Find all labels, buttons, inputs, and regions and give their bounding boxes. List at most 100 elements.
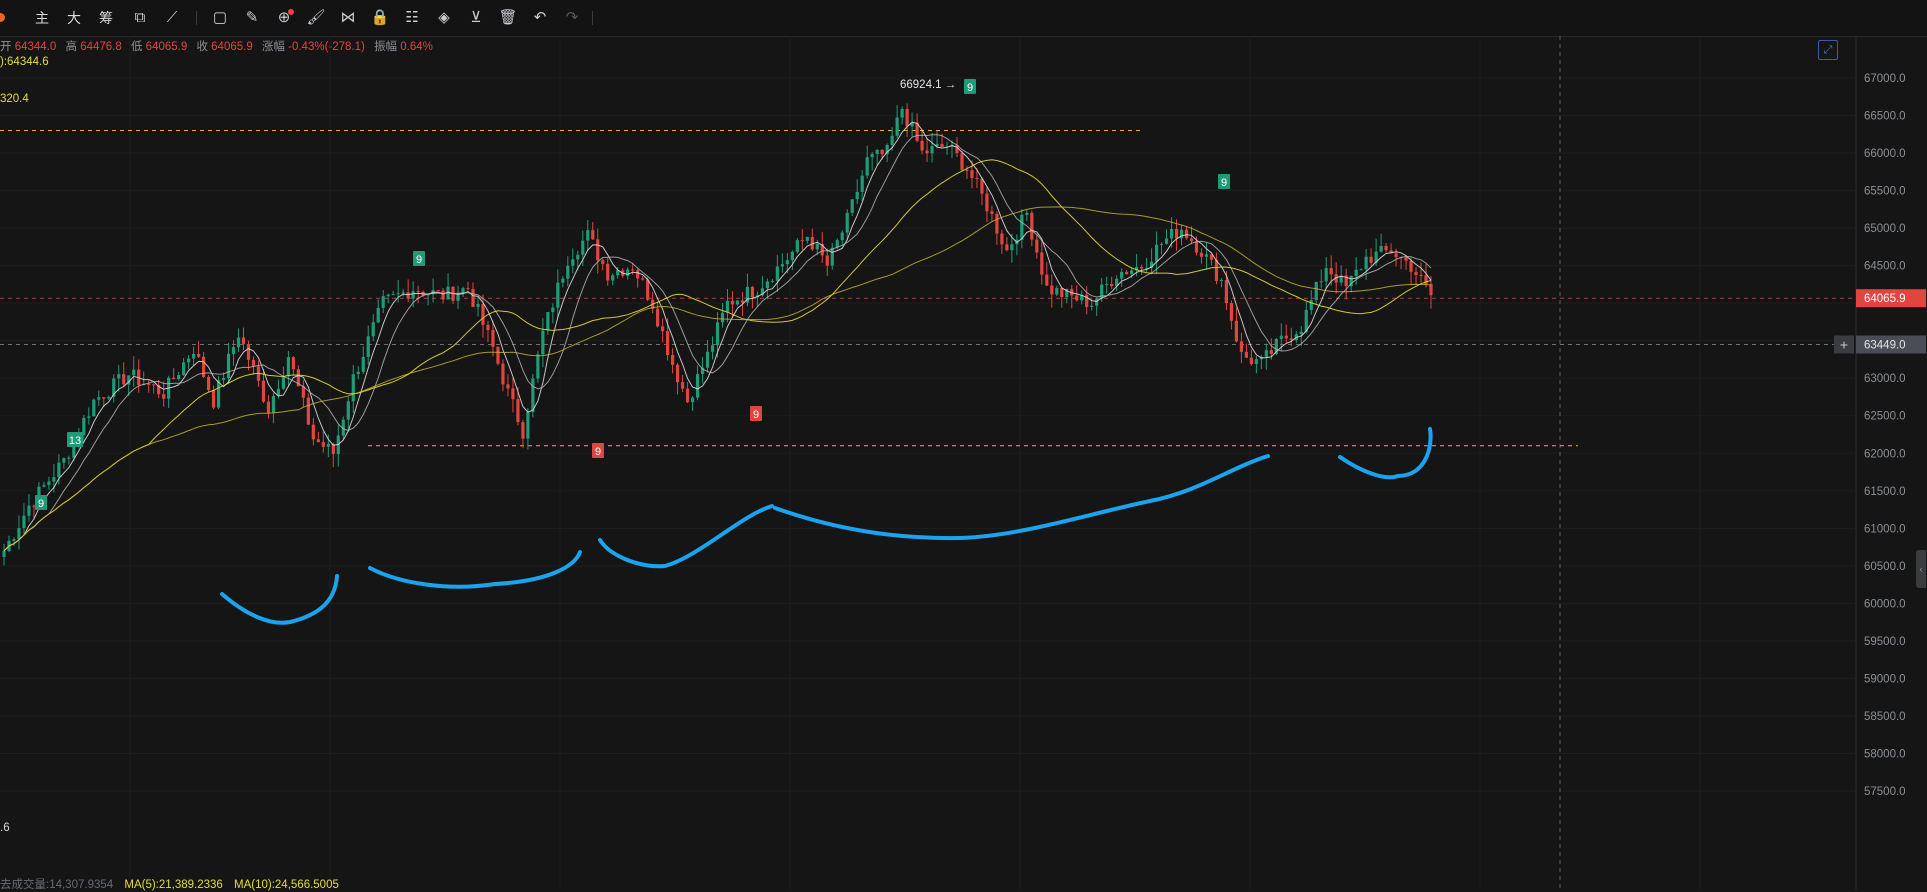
price-axis-label: 67000.0 xyxy=(1864,73,1906,85)
candle-body xyxy=(1020,214,1024,240)
filter-icon[interactable]: ⊻ xyxy=(464,6,488,30)
candle-body xyxy=(611,275,615,281)
candle-body xyxy=(965,169,969,171)
price-axis-label: 63000.0 xyxy=(1864,373,1906,385)
candle-body xyxy=(1050,285,1054,295)
candle-body xyxy=(551,307,555,313)
candle-body xyxy=(1075,295,1079,301)
candle-body xyxy=(1369,256,1373,263)
candle-body xyxy=(1204,254,1209,257)
template-icon[interactable]: ☷ xyxy=(400,6,424,30)
chart-toolbar: 主大筹 ⧉ ⟋ ▢ ✎ ⊕ 🖌 ⋈ 🔒 ☷ ◈ ⊻ 🗑 ↶ ↷ xyxy=(0,0,1927,37)
price-axis-label: 62500.0 xyxy=(1864,411,1906,423)
candle-body xyxy=(536,354,540,379)
candle-body xyxy=(1319,281,1323,283)
candlestick-chart[interactable]: 67000.0 66500.0 66000.0 65500.0 65000.0 64500… xyxy=(0,36,1927,890)
candle-body xyxy=(311,424,315,440)
price-axis-label: 65500.0 xyxy=(1864,186,1906,198)
main-indicator-button[interactable]: 主 xyxy=(30,6,54,30)
trash-icon[interactable]: 🗑 xyxy=(496,6,520,30)
candle-body xyxy=(995,213,999,234)
candle-body xyxy=(1120,271,1124,279)
candle-body xyxy=(720,312,725,323)
candle-body xyxy=(17,528,21,540)
candle-body xyxy=(97,397,101,400)
candle-body xyxy=(930,145,934,154)
candle-body xyxy=(481,304,485,325)
candle-body xyxy=(870,153,874,158)
price-axis-label: 58000.0 xyxy=(1864,748,1906,760)
candle-body xyxy=(1199,252,1204,257)
candle-body xyxy=(646,279,650,300)
candle-body xyxy=(825,255,829,266)
candle-body xyxy=(940,143,944,148)
candle-body xyxy=(985,193,989,212)
zoom-icon[interactable]: ⊕ xyxy=(272,6,296,30)
candle-body xyxy=(147,383,151,385)
candle-body xyxy=(206,376,211,391)
candle-body xyxy=(67,457,71,459)
candle-body xyxy=(1409,260,1413,272)
candle-body xyxy=(251,359,256,367)
candle-body xyxy=(476,304,480,307)
candle-body xyxy=(182,362,186,376)
candle-body xyxy=(905,109,909,127)
plus-icon[interactable]: + xyxy=(1840,337,1848,353)
ruler-icon[interactable]: ✎ xyxy=(240,6,264,30)
candle-body xyxy=(775,266,779,281)
candle-body xyxy=(1110,284,1114,286)
candle-body xyxy=(1429,284,1433,296)
candle-body xyxy=(246,343,251,360)
candle-body xyxy=(805,236,809,241)
toolbar-indicator-dot xyxy=(0,13,5,22)
redo-icon[interactable]: ↷ xyxy=(560,6,584,30)
candle-body xyxy=(1010,244,1014,251)
candle-body xyxy=(172,377,176,380)
candle-body xyxy=(486,324,490,331)
candle-body xyxy=(316,439,320,443)
candle-body xyxy=(631,269,635,271)
lock-icon[interactable]: 🔒 xyxy=(368,6,392,30)
candle-body xyxy=(1314,281,1318,301)
candle-body xyxy=(281,376,286,389)
candle-body xyxy=(1394,253,1398,258)
magnet-icon[interactable]: ◈ xyxy=(432,6,456,30)
candle-body xyxy=(576,254,580,260)
candle-body xyxy=(107,396,111,399)
trend-line-icon[interactable]: ⟋ xyxy=(160,6,184,30)
hand-drawn-curve xyxy=(598,504,774,569)
candle-body xyxy=(231,347,236,354)
candle-body xyxy=(306,397,310,425)
candle-body xyxy=(221,378,226,381)
compare-icon[interactable]: ⧉ xyxy=(128,6,152,30)
candle-body xyxy=(1090,305,1094,307)
copy-icon[interactable]: ▢ xyxy=(208,6,232,30)
candle-body xyxy=(1095,298,1099,306)
brush-icon[interactable]: 🖌 xyxy=(304,6,328,30)
undo-icon[interactable]: ↶ xyxy=(528,6,552,30)
candle-body xyxy=(436,290,440,292)
candle-body xyxy=(875,149,879,154)
toolbar-separator xyxy=(196,11,197,25)
candle-body xyxy=(351,374,355,402)
chip-distribution-button[interactable]: 筹 xyxy=(94,6,118,30)
candle-body xyxy=(865,157,869,176)
candle-body xyxy=(860,175,864,192)
expand-icon[interactable]: ⤢ xyxy=(1818,40,1838,60)
side-panel-handle[interactable]: ‹ xyxy=(1916,550,1926,588)
candle-body xyxy=(2,550,6,557)
candle-body xyxy=(1419,274,1423,276)
big-order-button[interactable]: 大 xyxy=(62,6,86,30)
last-price-value: 64065.9 xyxy=(1864,293,1906,305)
candle-body xyxy=(236,337,241,348)
candle-body xyxy=(685,388,690,403)
candle-body xyxy=(1364,256,1368,270)
candle-body xyxy=(386,294,390,297)
candle-body xyxy=(152,384,156,386)
candle-body xyxy=(750,286,755,298)
candle-body xyxy=(466,288,470,290)
candle-body xyxy=(735,300,740,305)
candle-body xyxy=(850,199,854,213)
candle-body xyxy=(416,291,420,293)
pattern-icon[interactable]: ⋈ xyxy=(336,6,360,30)
